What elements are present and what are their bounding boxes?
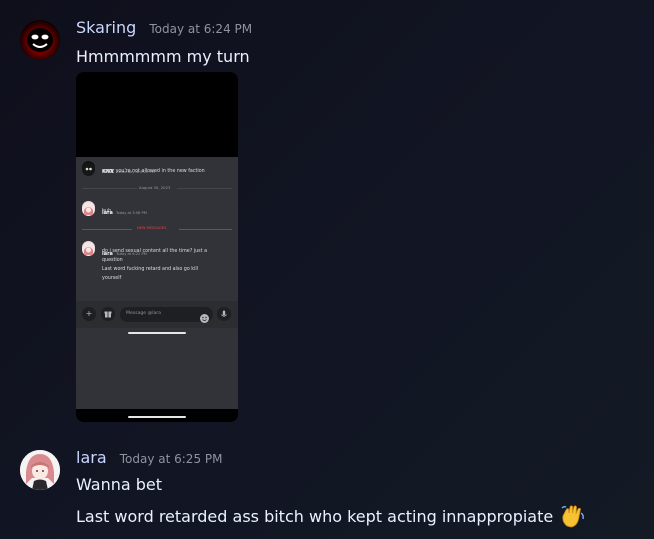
lara-mini-avatar bbox=[82, 241, 95, 256]
lara-mini-avatar bbox=[82, 201, 95, 216]
username[interactable]: lara bbox=[76, 448, 107, 467]
embedded-message-text: yourself bbox=[102, 276, 122, 281]
embedded-message-text: question bbox=[102, 258, 123, 263]
avatar[interactable] bbox=[20, 20, 60, 60]
waving-hand-icon bbox=[560, 504, 586, 532]
embedded-message-header: KNX Yesterday at 8:22 PM bbox=[102, 158, 155, 177]
embedded-message-text: Last word fucking retard and also go kil… bbox=[102, 267, 199, 272]
embedded-message-text: do i send sexual content all the time? j… bbox=[102, 249, 208, 254]
embedded-message-text: sorry you're not allowed in the new fact… bbox=[102, 169, 205, 174]
avatar[interactable] bbox=[20, 450, 60, 490]
lara-avatar-icon bbox=[20, 450, 60, 490]
message-text-content: Last word retarded ass bitch who kept ac… bbox=[76, 507, 554, 526]
message-text: Wanna bet bbox=[76, 475, 163, 494]
divider bbox=[177, 188, 232, 189]
embedded-composer: + Message @lara bbox=[76, 301, 238, 328]
home-indicator bbox=[128, 332, 186, 334]
new-messages-divider: NEW MESSAGES bbox=[137, 226, 167, 230]
embedded-chat-screenshot: KNX Yesterday at 8:22 PM sorry you're not… bbox=[76, 157, 238, 409]
divider bbox=[82, 229, 132, 230]
skaring-avatar-icon bbox=[20, 20, 60, 60]
gift-icon bbox=[101, 307, 115, 321]
message-header: lara Today at 6:25 PM bbox=[76, 448, 222, 467]
divider bbox=[82, 188, 137, 189]
username[interactable]: Skaring bbox=[76, 18, 136, 37]
composer-placeholder: Message @lara bbox=[126, 311, 161, 316]
message-text: Hmmmmmm my turn bbox=[76, 47, 250, 66]
embedded-message-input: Message @lara bbox=[120, 307, 213, 323]
timestamp: Today at 6:25 PM bbox=[119, 452, 223, 466]
timestamp: Today at 6:24 PM bbox=[149, 22, 253, 36]
plus-icon: + bbox=[82, 307, 96, 321]
date-divider: August 30, 2023 bbox=[139, 185, 171, 190]
divider bbox=[179, 229, 232, 230]
home-indicator bbox=[128, 416, 186, 418]
emoji-icon bbox=[199, 309, 210, 328]
image-attachment[interactable]: KNX Yesterday at 8:22 PM sorry you're not… bbox=[76, 72, 238, 422]
knx-avatar bbox=[82, 161, 95, 176]
embedded-timestamp: Today at 3:56 PM bbox=[115, 211, 147, 215]
message-header: Skaring Today at 6:24 PM bbox=[76, 18, 252, 37]
embedded-message-text: huh bbox=[102, 209, 112, 214]
message-text: Last word retarded ass bitch who kept ac… bbox=[76, 504, 586, 532]
microphone-icon bbox=[217, 307, 231, 321]
